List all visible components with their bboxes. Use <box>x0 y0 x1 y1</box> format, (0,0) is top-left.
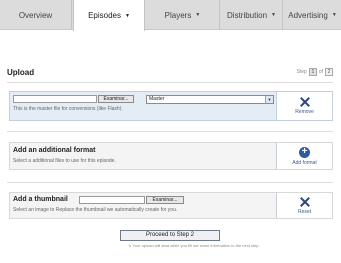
chevron-down-icon: ▼ <box>195 12 201 18</box>
divider <box>7 82 333 83</box>
step-of: of <box>318 69 323 75</box>
step-label: Step <box>296 69 307 75</box>
chevron-down-icon: ▼ <box>271 12 276 18</box>
thumbnail-file-input[interactable] <box>79 196 145 204</box>
chevron-down-icon: ▼ <box>331 12 337 18</box>
reset-label: Reset <box>297 208 312 215</box>
step-indicator: Step 1 of 2 <box>297 68 335 76</box>
plus-icon: + <box>299 146 310 158</box>
tab-overview[interactable]: Overview <box>0 0 72 30</box>
chevron-down-icon: ▼ <box>124 12 130 19</box>
additional-format-panel: Add an additional format Select a additi… <box>9 142 333 170</box>
tab-episodes-label: Episodes <box>88 11 121 20</box>
master-file-panel: Examinar... Master ▼ This is the master … <box>9 91 333 121</box>
tab-distribution-label: Distribution <box>227 10 268 20</box>
tab-advertising[interactable]: Advertising ▼ <box>284 0 341 30</box>
thumbnail-browse-button[interactable]: Examinar... <box>146 196 184 204</box>
upload-note-text: Your upload will start while you fill ou… <box>132 243 260 248</box>
divider <box>7 131 333 132</box>
page-title: Upload <box>7 68 35 77</box>
close-icon <box>300 97 310 107</box>
divider <box>7 182 333 183</box>
thumbnail-heading: Add a thumbnail <box>13 196 68 203</box>
step-total[interactable]: 2 <box>325 68 333 76</box>
tab-distribution[interactable]: Distribution ▼ <box>221 0 283 30</box>
tab-players-label: Players <box>164 10 192 20</box>
tab-overview-label: Overview <box>18 10 53 20</box>
close-icon <box>300 197 310 207</box>
add-format-button[interactable]: + Add format <box>276 143 332 169</box>
reset-button[interactable]: Reset <box>276 193 332 218</box>
add-format-label: Add format <box>292 159 317 166</box>
chevron-down-icon: ▼ <box>265 96 273 103</box>
thumbnail-panel: Add a thumbnail Examinar... Select an im… <box>9 192 333 219</box>
remove-button[interactable]: Remove <box>276 92 332 120</box>
format-heading: Add an additional format <box>13 147 96 154</box>
tab-episodes[interactable]: Episodes ▼ <box>73 0 145 31</box>
proceed-button[interactable]: Proceed to Step 2 <box>120 230 220 241</box>
format-select-value: Master <box>149 96 165 102</box>
upload-note: ↳ Your upload will start while you fill … <box>128 243 260 248</box>
master-browse-button[interactable]: Examinar... <box>98 95 134 103</box>
master-hint: This is the master file for conversions … <box>13 106 123 112</box>
thumbnail-hint: Select an image to Replace the thumbnail… <box>13 207 178 213</box>
master-file-input[interactable] <box>13 95 97 103</box>
tab-players[interactable]: Players ▼ <box>146 0 220 30</box>
tab-bar: Overview Episodes ▼ Players ▼ Distributi… <box>0 0 341 31</box>
format-select[interactable]: Master ▼ <box>146 95 274 104</box>
format-hint: Select a additional files to use for thi… <box>13 158 116 164</box>
tab-advertising-label: Advertising <box>288 10 328 20</box>
remove-label: Remove <box>295 109 314 115</box>
step-current[interactable]: 1 <box>308 68 317 76</box>
